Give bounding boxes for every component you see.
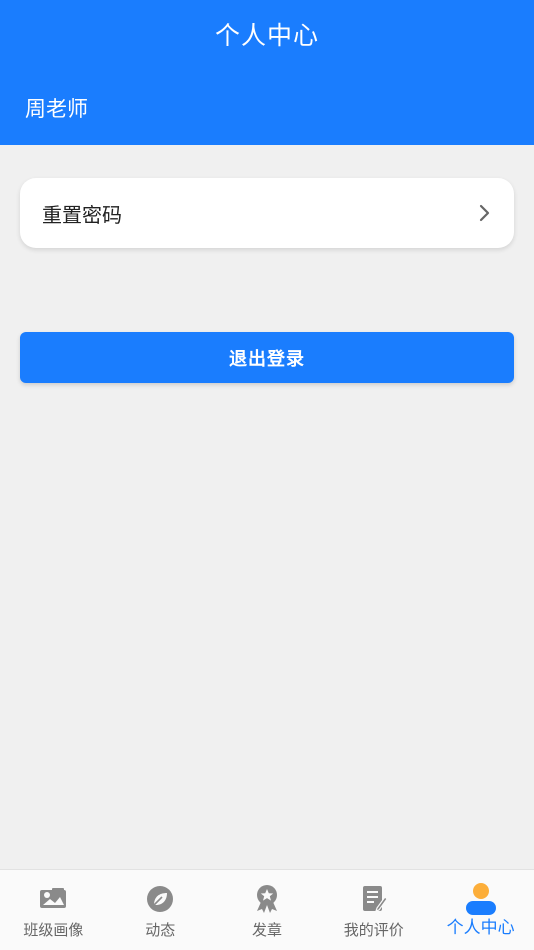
app-header: 个人中心 周老师 (0, 0, 534, 145)
tab-medal[interactable]: 发章 (214, 870, 321, 950)
tab-class-portrait[interactable]: 班级画像 (0, 870, 107, 950)
tab-label: 动态 (145, 921, 176, 939)
leaf-icon (143, 883, 177, 915)
tab-personal-center[interactable]: 个人中心 (427, 870, 534, 950)
tab-my-evaluation[interactable]: 我的评价 (320, 870, 427, 950)
chevron-right-icon (476, 203, 492, 223)
reset-password-item[interactable]: 重置密码 (20, 178, 514, 248)
tab-label: 我的评价 (343, 921, 404, 939)
page-title: 个人中心 (214, 21, 319, 50)
tab-label: 班级画像 (23, 921, 84, 939)
edit-document-icon (357, 883, 391, 915)
class-portrait-icon (36, 883, 70, 915)
bottom-tab-bar: 班级画像 动态 发章 我的评价 个人中心 (0, 869, 534, 950)
tab-dynamics[interactable]: 动态 (107, 870, 214, 950)
user-icon (464, 883, 498, 915)
user-name: 周老师 (25, 97, 88, 121)
logout-button[interactable]: 退出登录 (20, 332, 514, 383)
tab-label: 发章 (251, 921, 282, 939)
tab-label: 个人中心 (446, 918, 515, 938)
reset-password-label: 重置密码 (42, 202, 122, 227)
medal-icon (250, 883, 284, 915)
